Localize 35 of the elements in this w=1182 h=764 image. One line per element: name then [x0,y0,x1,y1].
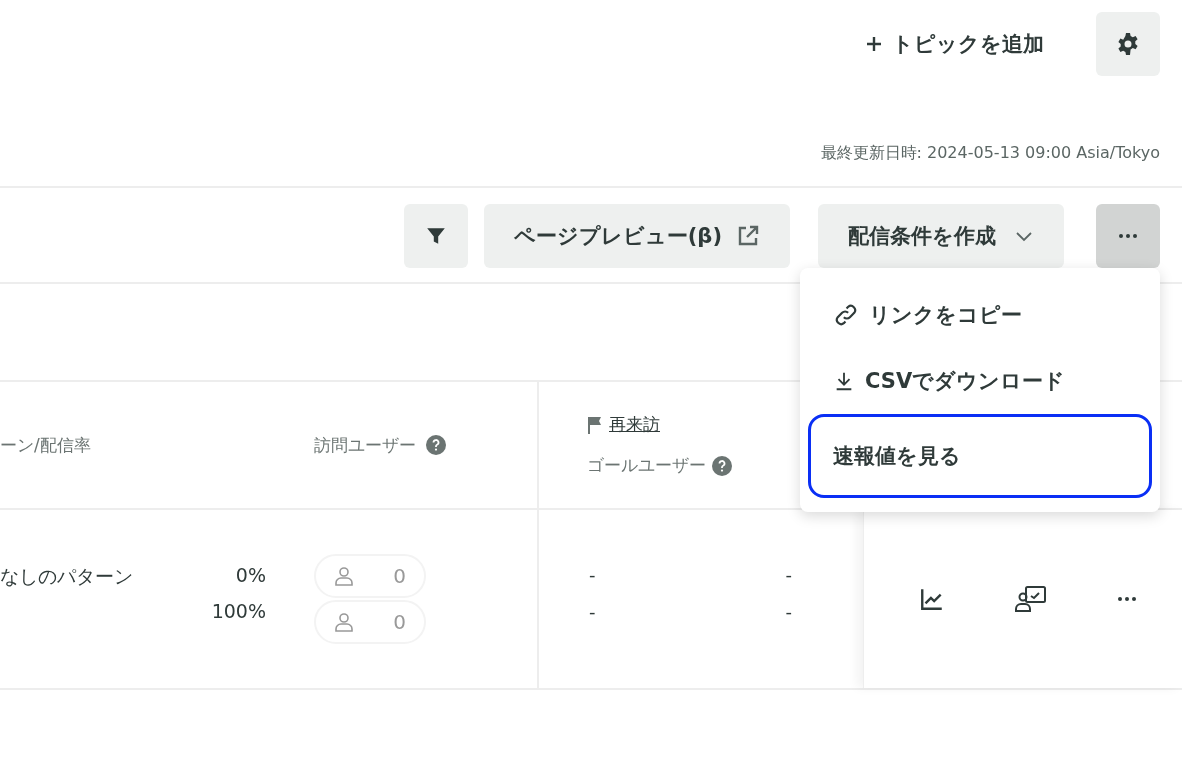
line-chart-icon[interactable] [919,586,945,612]
menu-item[interactable]: 速報値を見る [808,414,1152,498]
person-chart-icon[interactable] [1015,585,1047,613]
person-icon [332,610,356,634]
settings-button[interactable] [1096,12,1160,76]
more-icon [1118,233,1138,239]
table-cell: - [589,601,596,622]
page-preview-button[interactable]: ページプレビュー(β) [483,204,790,268]
flag-icon [587,415,603,434]
filter-button[interactable] [403,204,468,268]
menu-item[interactable]: CSVでダウンロード [808,348,1152,414]
table-cell: - [589,564,596,585]
table-cell: - [785,564,792,585]
create-condition-dropdown[interactable]: 配信条件を作成 [818,204,1064,268]
pattern-name: なしのパターン [0,564,133,589]
help-icon[interactable] [712,455,732,476]
column-header: 訪問ユーザー [314,433,416,457]
more-icon[interactable] [1117,596,1137,602]
column-header: ーン/配信率 [0,433,91,457]
column-header: ゴールユーザー [587,454,706,477]
external-link-icon [736,224,760,248]
plus-icon [864,34,884,54]
table-cell: - [785,601,792,622]
help-icon[interactable] [426,435,446,455]
last-updated-text: 最終更新日時: 2024-05-13 09:00 Asia/Tokyo [820,142,1160,164]
add-topic-button[interactable]: トピックを追加 [864,12,1044,76]
rate-value: 0% [235,564,266,586]
rate-value: 100% [211,600,266,622]
visitor-count-pill: 0 [314,600,426,644]
visitor-count-pill: 0 [314,554,426,598]
person-icon [332,564,356,588]
link-icon [833,302,859,328]
menu-item[interactable]: リンクをコピー [808,282,1152,348]
settings-icon [1116,32,1140,56]
revisit-link[interactable]: 再来訪 [609,413,660,436]
